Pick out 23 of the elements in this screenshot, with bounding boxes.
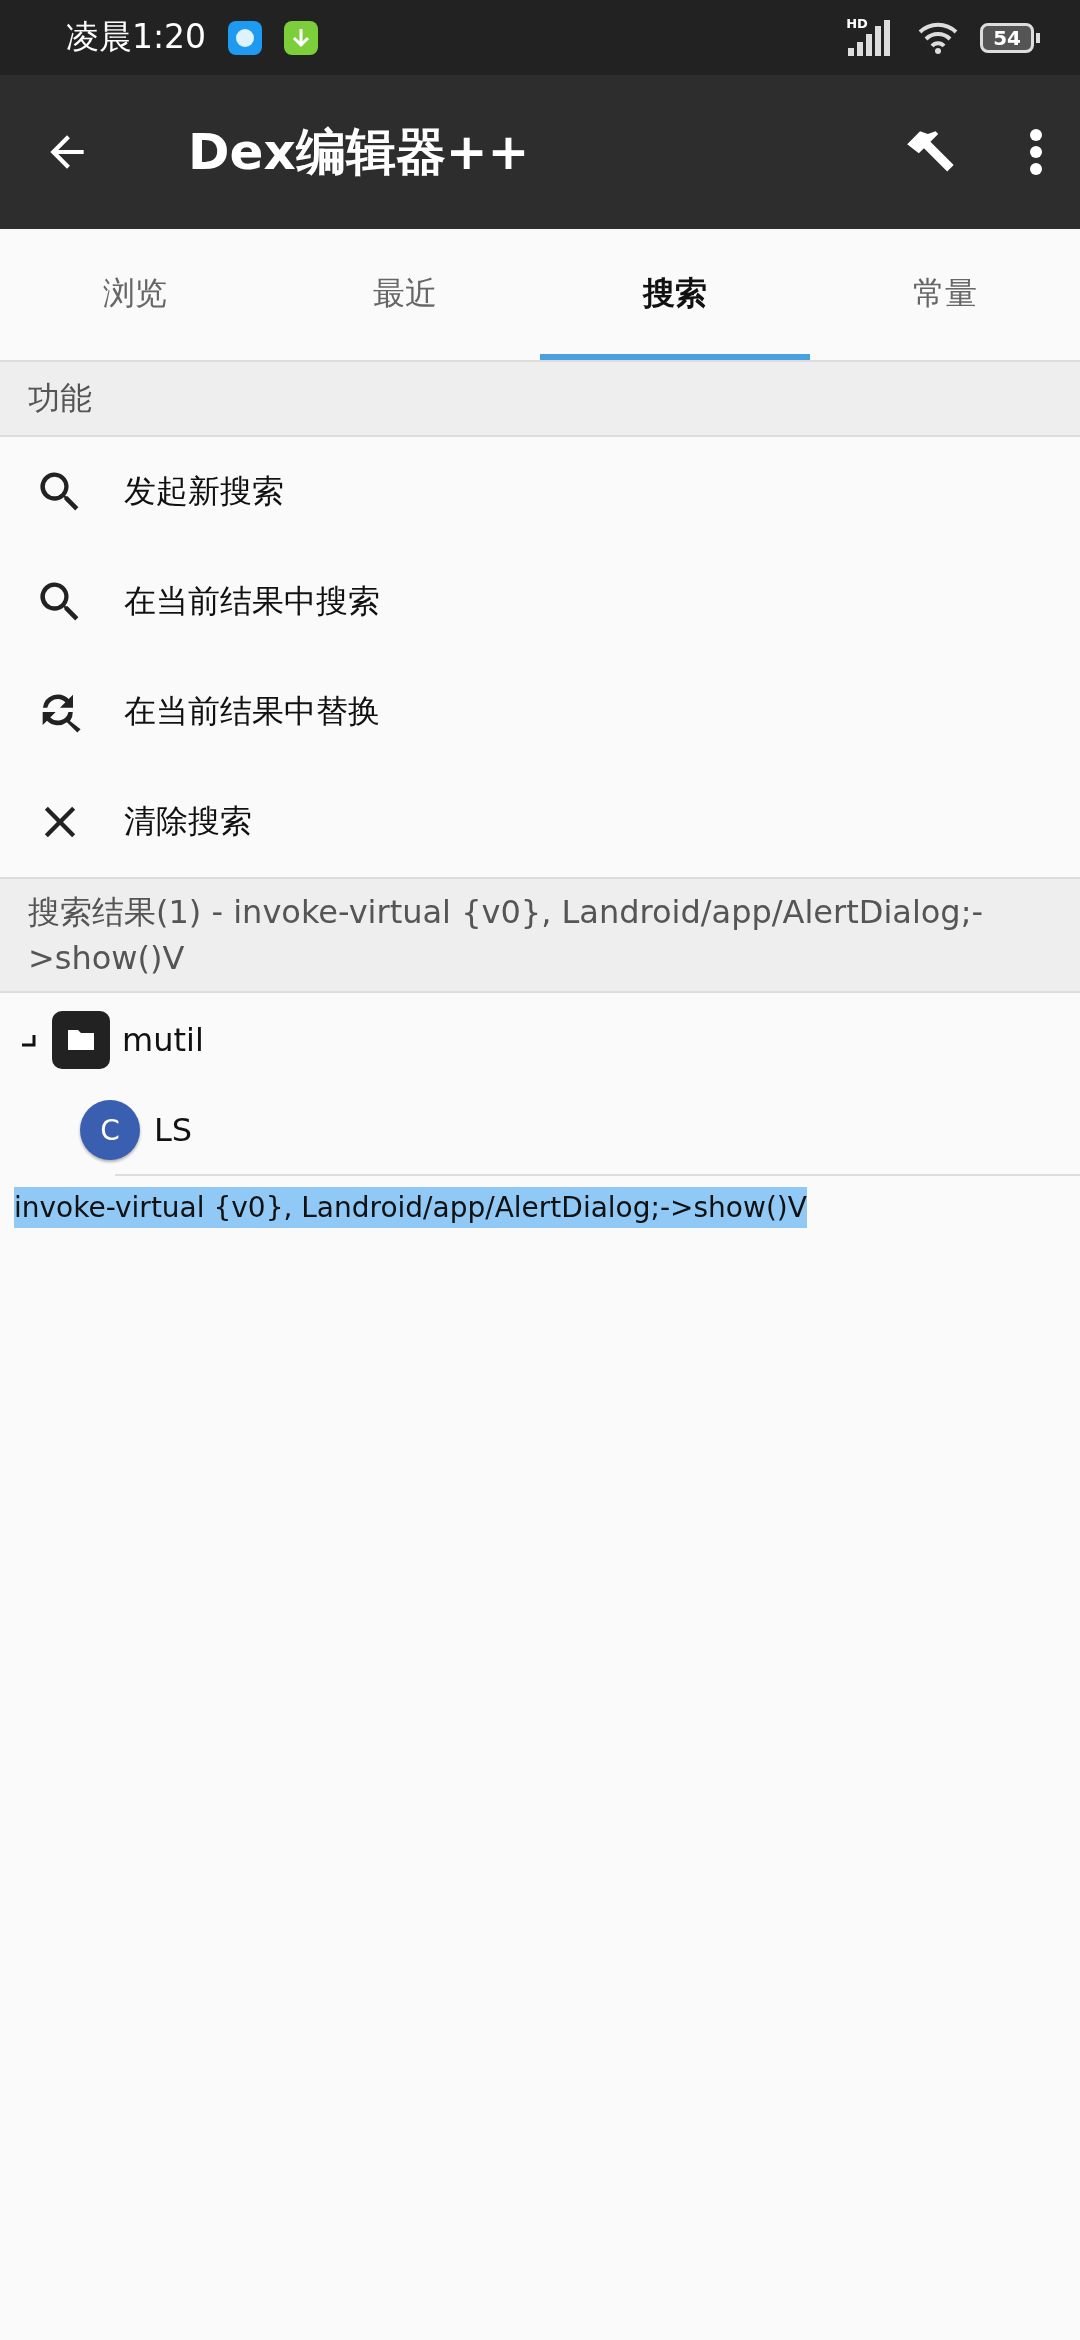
folder-icon xyxy=(52,1010,110,1069)
more-options-icon xyxy=(1028,127,1044,177)
menu-item[interactable]: 在当前结果中搜索 xyxy=(0,547,1080,657)
folder-name: mutil xyxy=(122,1020,204,1059)
download-icon xyxy=(284,20,319,55)
tab[interactable]: 浏览 xyxy=(0,229,270,360)
menu-item[interactable]: 发起新搜索 xyxy=(0,437,1080,547)
wifi-icon xyxy=(918,21,959,54)
menu-item[interactable]: 在当前结果中替换 xyxy=(0,657,1080,767)
tree-item[interactable]: C LS xyxy=(0,1086,1080,1174)
expanded-icon[interactable] xyxy=(22,1032,36,1047)
search-match[interactable]: invoke-virtual {v0}, Landroid/app/AlertDialog;->show()V xyxy=(14,1186,807,1228)
tab[interactable]: 常量 xyxy=(810,229,1080,360)
tab[interactable]: 最近 xyxy=(270,229,540,360)
notification-app-icon xyxy=(228,20,263,55)
status-time: 凌晨1:20 xyxy=(66,16,207,58)
class-name: LS xyxy=(154,1111,193,1149)
section-header: 功能 xyxy=(0,362,1080,437)
menu-item[interactable]: 清除搜索 xyxy=(0,767,1080,877)
results-header: 搜索结果(1) - invoke-virtual {v0}, Landroid/app/AlertDialog;->show()V xyxy=(0,877,1080,993)
tree-item[interactable]: mutil xyxy=(0,993,1080,1086)
app-title: Dex编辑器++ xyxy=(188,121,531,183)
class-badge: C xyxy=(80,1100,140,1160)
